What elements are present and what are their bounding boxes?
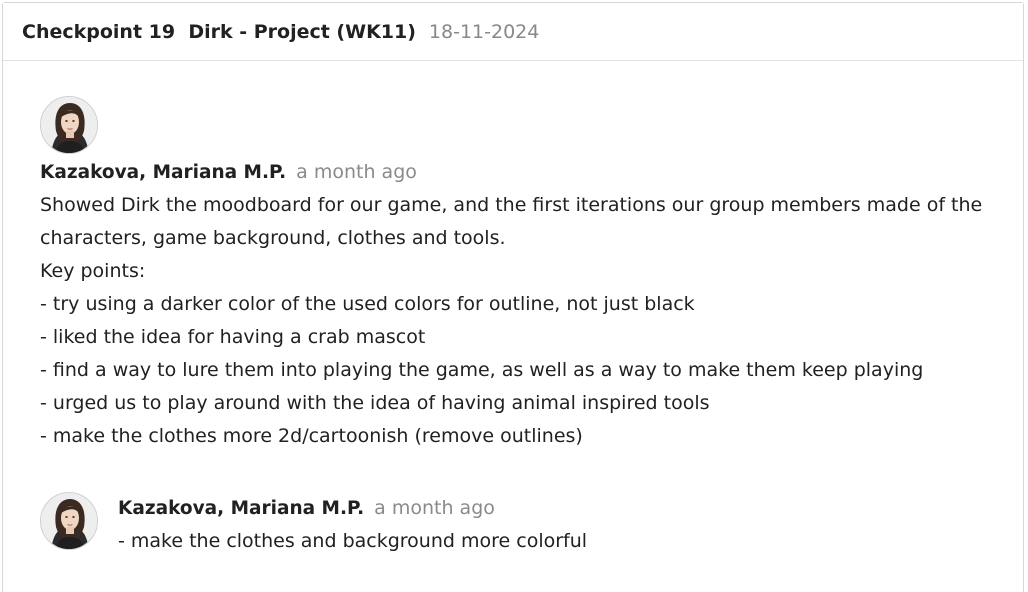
comment-line: Showed Dirk the moodboard for our game, … xyxy=(40,194,983,216)
comment-line: - find a way to lure them into playing t… xyxy=(40,359,924,381)
comment-line: - make the clothes and background more c… xyxy=(118,530,588,552)
comment-line: - make the clothes more 2d/cartoonish (r… xyxy=(40,425,583,447)
comment-line: - try using a darker color of the used c… xyxy=(40,293,695,315)
comment-timestamp: a month ago xyxy=(296,161,417,183)
comment-body: Showed Dirk the moodboard for our game, … xyxy=(40,189,982,453)
comment-body: - make the clothes and background more c… xyxy=(118,525,587,558)
card-header: Checkpoint 19 Dirk - Project (WK11) 18-1… xyxy=(3,3,1023,61)
checkpoint-title: Checkpoint 19 Dirk - Project (WK11) xyxy=(22,20,416,43)
avatar-photo xyxy=(41,493,97,549)
comment-header: Kazakova, Mariana M.P. a month ago xyxy=(118,497,495,520)
comment-author[interactable]: Kazakova, Mariana M.P. xyxy=(118,498,364,519)
avatar[interactable] xyxy=(40,96,98,154)
checkpoint-date: 18-11-2024 xyxy=(428,20,540,43)
avatar[interactable] xyxy=(40,492,98,550)
comment-line: - liked the idea for having a crab masco… xyxy=(40,326,426,348)
comment-timestamp: a month ago xyxy=(374,497,495,519)
avatar-photo xyxy=(41,97,97,153)
comment-line: Key points: xyxy=(40,260,146,282)
comment-author[interactable]: Kazakova, Mariana M.P. xyxy=(40,162,286,183)
comment-line: characters, game background, clothes and… xyxy=(40,227,506,249)
comment-line: - urged us to play around with the idea … xyxy=(40,392,710,414)
comment-header: Kazakova, Mariana M.P. a month ago xyxy=(40,161,417,184)
